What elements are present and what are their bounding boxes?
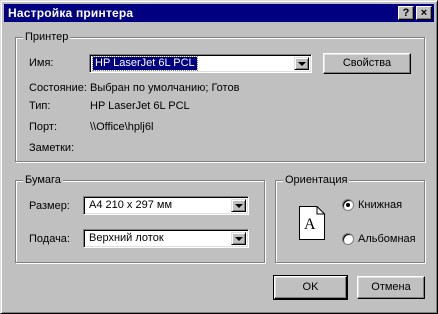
paper-source-label: Подача: bbox=[29, 233, 70, 245]
chevron-down-icon[interactable] bbox=[231, 199, 246, 212]
help-button[interactable]: ? bbox=[398, 6, 414, 20]
paper-group: Бумага bbox=[15, 174, 265, 263]
orientation-group-legend: Ориентация bbox=[283, 174, 350, 187]
printer-name-label: Имя: bbox=[29, 57, 54, 69]
port-label: Порт: bbox=[29, 121, 57, 133]
paper-source-combo[interactable]: Верхний лоток bbox=[83, 229, 249, 248]
portrait-page-icon: A bbox=[299, 206, 325, 240]
printer-group-legend: Принтер bbox=[23, 31, 71, 44]
close-button[interactable]: × bbox=[416, 6, 432, 20]
paper-size-label: Размер: bbox=[29, 200, 70, 212]
paper-size-combo[interactable]: A4 210 x 297 мм bbox=[83, 196, 249, 215]
title-bar[interactable]: Настройка принтера ? × bbox=[4, 4, 434, 22]
landscape-radio[interactable] bbox=[342, 233, 354, 245]
paper-size-value: A4 210 x 297 мм bbox=[89, 199, 173, 211]
status-value: Выбран по умолчанию; Готов bbox=[90, 82, 240, 94]
chevron-down-icon[interactable] bbox=[294, 57, 309, 70]
window-title: Настройка принтера bbox=[8, 6, 134, 20]
orientation-group: Ориентация bbox=[275, 174, 425, 263]
type-value: HP LaserJet 6L PCL bbox=[90, 100, 190, 112]
printer-setup-dialog: Настройка принтера ? × Принтер Имя: HP L… bbox=[0, 0, 438, 314]
properties-button[interactable]: Свойства bbox=[323, 53, 411, 74]
printer-name-value: HP LaserJet 6L PCL bbox=[92, 56, 198, 71]
page-letter: A bbox=[304, 216, 316, 233]
portrait-radio[interactable] bbox=[342, 199, 354, 211]
landscape-label[interactable]: Альбомная bbox=[358, 233, 416, 246]
paper-source-value: Верхний лоток bbox=[89, 232, 164, 244]
paper-group-legend: Бумага bbox=[23, 174, 63, 187]
portrait-label[interactable]: Книжная bbox=[358, 199, 402, 212]
chevron-down-icon[interactable] bbox=[231, 232, 246, 245]
ok-button[interactable]: OK bbox=[273, 275, 348, 300]
notes-label: Заметки: bbox=[29, 142, 75, 154]
port-value: \\Office\hplj6l bbox=[90, 121, 154, 133]
printer-name-combo[interactable]: HP LaserJet 6L PCL bbox=[89, 54, 312, 73]
cancel-button[interactable]: Отмена bbox=[357, 276, 425, 299]
type-label: Тип: bbox=[29, 100, 51, 112]
status-label: Состояние: bbox=[29, 82, 87, 94]
